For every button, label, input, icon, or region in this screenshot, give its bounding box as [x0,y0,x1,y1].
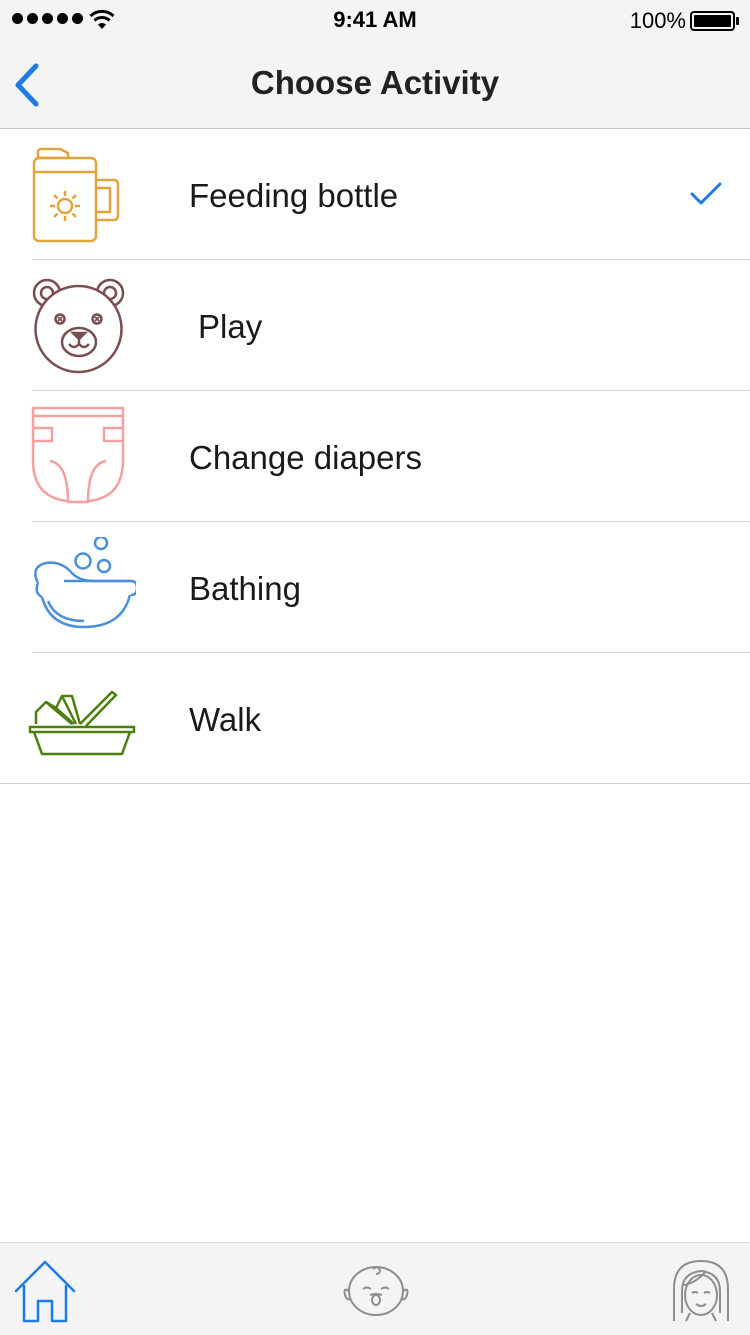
tab-mother[interactable] [666,1255,736,1325]
tab-bar [0,1242,750,1335]
navigation-bar: Choose Activity [0,40,750,129]
activity-row-feeding-bottle[interactable]: Feeding bottle [32,129,750,260]
bassinet-icon [28,690,136,756]
feeding-bottle-icon [32,147,120,243]
battery-icon [690,11,739,31]
checkmark-icon [690,182,722,205]
teddy-bear-icon [32,278,125,374]
battery-percent: 100% [629,8,686,33]
activity-label: Play [198,308,263,345]
activity-row-play[interactable]: Play [32,260,750,391]
status-bar: 9:41 AM 100% [0,0,750,40]
baby-face-icon [343,1266,409,1316]
activity-row-walk[interactable]: Walk [0,653,750,784]
diaper-icon [31,406,125,504]
activity-label: Bathing [189,570,301,607]
activity-label: Change diapers [189,439,422,476]
activity-list: Feeding bottle Play Change diapers Bathi… [0,129,750,784]
page-title: Choose Activity [250,64,500,101]
mother-face-icon [673,1259,729,1322]
tab-home[interactable] [10,1255,80,1325]
bathtub-icon [34,537,136,629]
tab-baby[interactable] [340,1255,410,1325]
activity-row-bathing[interactable]: Bathing [32,522,750,653]
home-icon [14,1260,76,1323]
activity-label: Feeding bottle [189,177,399,214]
activity-row-change-diapers[interactable]: Change diapers [31,391,750,522]
activity-label: Walk [189,701,262,738]
